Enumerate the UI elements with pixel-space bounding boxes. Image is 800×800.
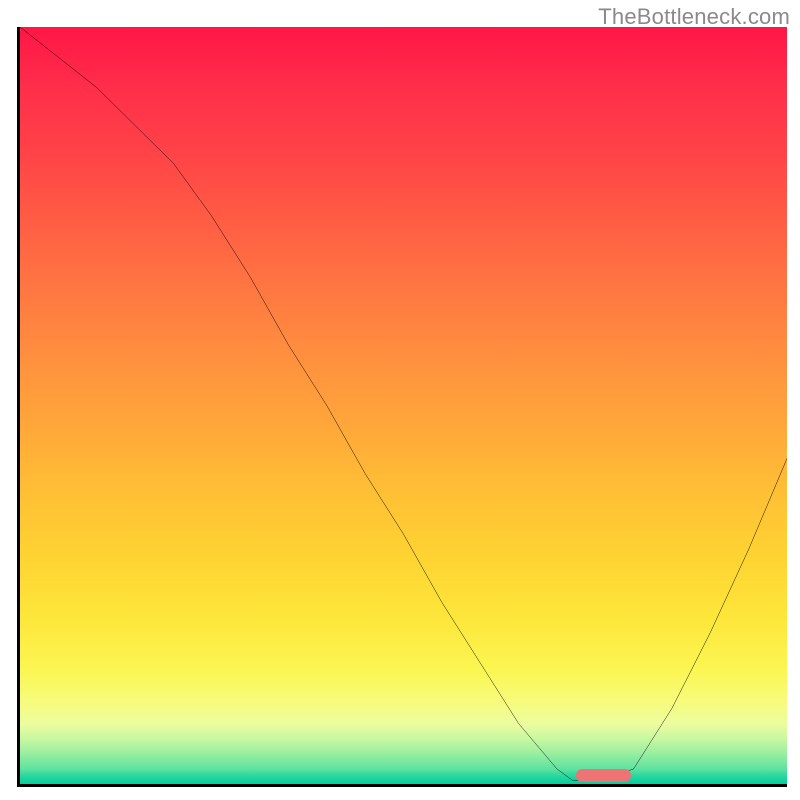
plot-area <box>17 27 787 787</box>
chart-frame: TheBottleneck.com <box>0 0 800 800</box>
optimal-range-marker <box>576 769 631 782</box>
bottleneck-curve <box>20 27 787 784</box>
